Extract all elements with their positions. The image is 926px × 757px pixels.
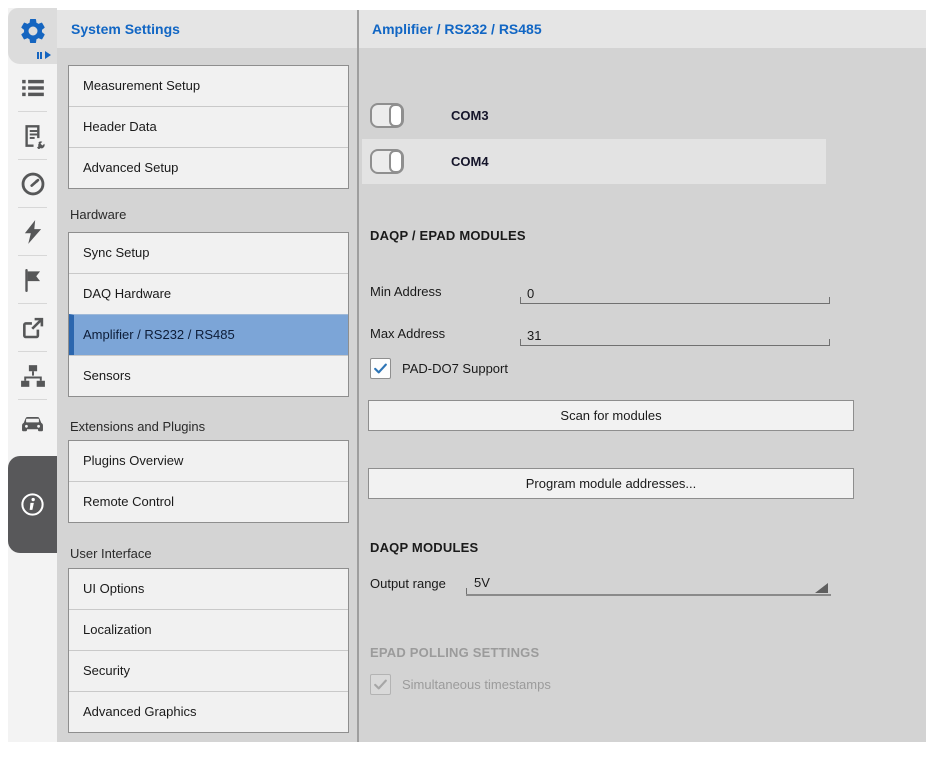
detail-panel: COM3 COM4 DAQP / EPAD MODULES Min Addres… [359,48,926,742]
menu-item-sensors[interactable]: Sensors [69,355,348,396]
mode-indicator-icon [37,51,51,59]
program-module-addresses-button[interactable]: Program module addresses... [368,468,854,499]
output-range-label: Output range [370,576,446,591]
sidebar [8,8,57,742]
flag-icon [20,267,46,293]
max-address-input[interactable] [527,328,823,343]
menu-item-ui-options[interactable]: UI Options [69,569,348,609]
menu-item-sync-setup[interactable]: Sync Setup [69,233,348,273]
sidebar-item-vehicle[interactable] [8,400,57,448]
max-address-row: Max Address [370,318,830,346]
sidebar-item-trigger[interactable] [8,208,57,256]
sidebar-item-export[interactable] [8,304,57,352]
simultaneous-timestamps-label: Simultaneous timestamps [402,677,551,692]
pad-do7-checkbox[interactable] [370,358,391,379]
sidebar-item-setup-file[interactable] [8,112,57,160]
com4-label: COM4 [451,154,489,169]
info-icon [19,491,46,518]
sidebar-item-channel-list[interactable] [8,64,57,112]
daqp-modules-heading: DAQP MODULES [370,540,478,555]
sidebar-item-network[interactable] [8,352,57,400]
menu-group-hardware: Sync Setup DAQ Hardware Amplifier / RS23… [68,232,349,397]
scan-for-modules-button[interactable]: Scan for modules [368,400,854,431]
menu-item-amplifier-rs232-rs485[interactable]: Amplifier / RS232 / RS485 [69,314,348,355]
group-label-user-interface: User Interface [70,546,152,561]
sidebar-item-info[interactable] [8,456,57,553]
max-address-field [520,319,830,346]
pad-do7-checkbox-row[interactable]: PAD-DO7 Support [370,358,508,379]
group-label-hardware: Hardware [70,207,126,222]
com3-row: COM3 [362,93,826,138]
sidebar-item-measure-gauge[interactable] [8,160,57,208]
com4-toggle[interactable] [370,149,404,174]
output-range-row: Output range 5V [370,568,820,596]
channel-list-icon [20,75,46,101]
output-range-value: 5V [474,575,490,590]
min-address-label: Min Address [370,284,442,299]
com3-toggle[interactable] [370,103,404,128]
vehicle-icon [19,411,46,438]
menu-item-measurement-setup[interactable]: Measurement Setup [69,66,348,106]
max-address-label: Max Address [370,326,445,341]
check-icon [372,676,389,693]
menu-item-advanced-graphics[interactable]: Advanced Graphics [69,691,348,732]
menu-item-plugins-overview[interactable]: Plugins Overview [69,441,348,481]
menu-item-header-data[interactable]: Header Data [69,106,348,147]
sidebar-item-settings[interactable] [8,8,57,64]
com3-label: COM3 [451,108,489,123]
app-window: System Settings Measurement Setup Header… [0,0,926,757]
menu-group-general: Measurement Setup Header Data Advanced S… [68,65,349,189]
menu-item-daq-hardware[interactable]: DAQ Hardware [69,273,348,314]
menu-item-advanced-setup[interactable]: Advanced Setup [69,147,348,188]
dropdown-arrow-icon [815,583,828,593]
group-label-extensions: Extensions and Plugins [70,419,205,434]
menu-item-security[interactable]: Security [69,650,348,691]
menu-group-extensions: Plugins Overview Remote Control [68,440,349,523]
com4-row: COM4 [362,139,826,184]
min-address-row: Min Address [370,276,830,304]
export-icon [20,315,46,341]
check-icon [372,360,389,377]
menu-item-localization[interactable]: Localization [69,609,348,650]
settings-gear-icon [18,16,48,46]
toggle-knob [389,150,403,173]
pad-do7-label: PAD-DO7 Support [402,361,508,376]
epad-polling-settings-heading: EPAD POLLING SETTINGS [370,645,539,660]
simultaneous-timestamps-checkbox [370,674,391,695]
setup-file-icon [20,123,46,149]
sidebar-item-flag[interactable] [8,256,57,304]
menu-item-remote-control[interactable]: Remote Control [69,481,348,522]
toggle-knob [389,104,403,127]
simultaneous-timestamps-row: Simultaneous timestamps [370,674,551,695]
detail-panel-title: Amplifier / RS232 / RS485 [359,10,926,48]
min-address-input[interactable] [527,286,823,301]
settings-menu-title: System Settings [57,10,357,48]
min-address-field [520,277,830,304]
settings-menu: Measurement Setup Header Data Advanced S… [57,48,357,742]
network-tree-icon [20,363,46,389]
output-range-dropdown[interactable]: 5V [466,568,831,596]
measure-gauge-icon [20,171,46,197]
trigger-bolt-icon [20,219,46,245]
menu-group-user-interface: UI Options Localization Security Advance… [68,568,349,733]
daqp-epad-modules-heading: DAQP / EPAD MODULES [370,228,526,243]
